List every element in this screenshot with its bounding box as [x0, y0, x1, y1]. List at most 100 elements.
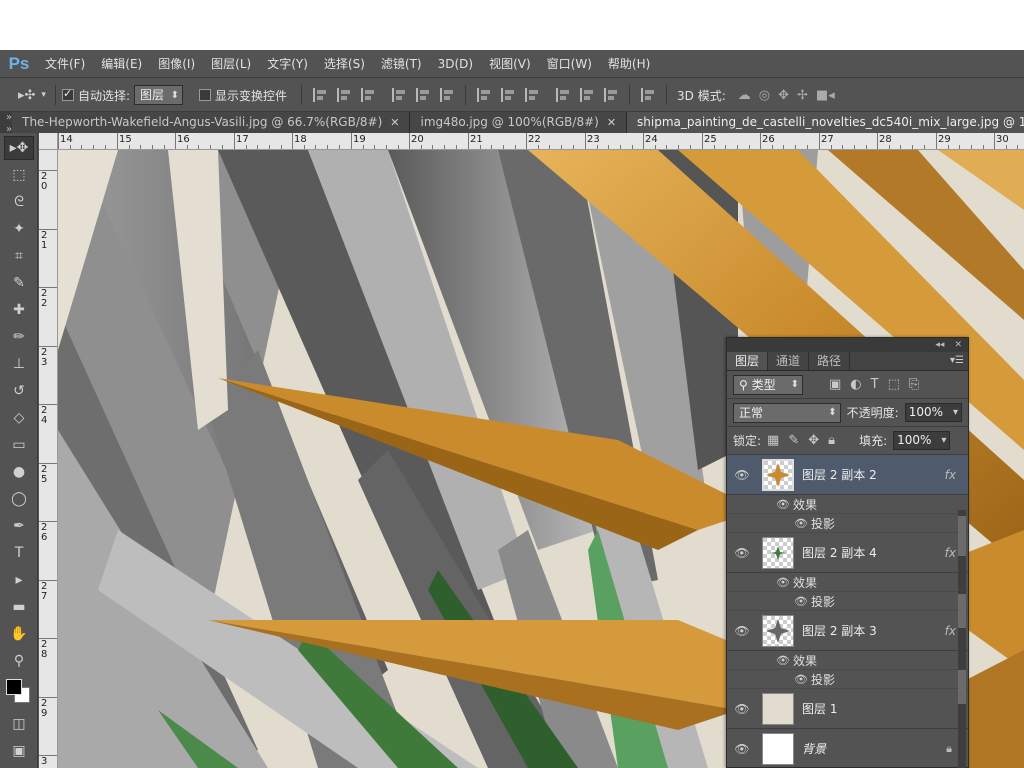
panel-menu-icon[interactable]: ▾☰ — [950, 355, 964, 366]
align-hcenter-icon[interactable] — [416, 88, 430, 102]
menu-layer[interactable]: 图层(L) — [204, 50, 260, 78]
layer-row[interactable]: 👁︎ 图层 2 副本 3 fx — [727, 611, 968, 651]
ruler-origin[interactable] — [39, 133, 58, 150]
distribute-hcenter-icon[interactable] — [580, 88, 594, 102]
lasso-tool-icon[interactable]: ᘓ — [4, 190, 34, 214]
effects-row[interactable]: 👁︎ 效果 — [727, 573, 968, 592]
eye-icon[interactable]: 👁︎ — [731, 624, 753, 638]
filter-smart-icon[interactable]: ⎘ — [909, 377, 919, 392]
fx-icon[interactable]: fx — [945, 468, 956, 482]
auto-select-checkbox[interactable] — [61, 87, 74, 101]
auto-select-dropdown[interactable]: 图层 — [134, 85, 184, 105]
tab-paths[interactable]: 路径 — [809, 352, 851, 370]
distribute-top-icon[interactable] — [477, 88, 491, 102]
collapse-panel-icon[interactable]: ◂◂ — [935, 340, 944, 350]
marquee-tool-icon[interactable]: ⬚ — [4, 163, 34, 187]
layer-row-background[interactable]: 👁︎ 背景 🔒︎ — [727, 729, 968, 768]
tab-img48o[interactable]: img48o.jpg @ 100%(RGB/8#) ✕ — [410, 112, 628, 133]
layers-scrollbar[interactable] — [958, 510, 966, 768]
filter-shape-icon[interactable]: ⬚ — [888, 377, 900, 392]
roll-3d-icon[interactable]: ◎ — [759, 88, 770, 103]
menu-image[interactable]: 图像(I) — [151, 50, 204, 78]
drag-3d-icon[interactable]: ✥ — [778, 88, 789, 103]
filter-adjust-icon[interactable]: ◐ — [850, 377, 861, 392]
align-left-icon[interactable] — [392, 88, 406, 102]
eye-icon[interactable]: 👁︎ — [793, 517, 809, 530]
align-right-icon[interactable] — [440, 88, 454, 102]
clone-stamp-icon[interactable]: ⊥ — [4, 352, 34, 376]
brush-tool-icon[interactable]: ✏ — [4, 325, 34, 349]
blur-tool-icon[interactable]: ● — [4, 460, 34, 484]
eye-icon[interactable]: 👁︎ — [793, 595, 809, 608]
effect-item-row[interactable]: 👁︎ 投影 — [727, 514, 968, 533]
show-transform-checkbox[interactable] — [199, 89, 212, 101]
fx-icon[interactable]: fx — [945, 624, 956, 638]
menu-window[interactable]: 窗口(W) — [540, 50, 601, 78]
blend-mode-dropdown[interactable]: 正常 — [733, 402, 841, 423]
scrollbar-thumb[interactable] — [958, 594, 966, 628]
gradient-tool-icon[interactable]: ▭ — [4, 433, 34, 457]
color-swatches[interactable] — [0, 673, 38, 709]
filter-kind-dropdown[interactable]: ⚲ 类型 — [733, 374, 803, 395]
menu-select[interactable]: 选择(S) — [317, 50, 374, 78]
rectangle-tool-icon[interactable]: ▬ — [4, 595, 34, 619]
magic-wand-icon[interactable]: ✦ — [4, 217, 34, 241]
fx-icon[interactable]: fx — [945, 546, 956, 560]
rotate-3d-icon[interactable]: ☁ — [738, 88, 751, 103]
preset-dropdown-icon[interactable]: ▾ — [41, 90, 46, 100]
opacity-input[interactable]: 100% — [904, 403, 962, 422]
eye-icon[interactable]: 👁︎ — [793, 673, 809, 686]
eye-icon[interactable]: 👁︎ — [731, 702, 753, 716]
pen-tool-icon[interactable]: ✒ — [4, 514, 34, 538]
auto-align-icon[interactable] — [641, 88, 655, 102]
fill-input[interactable]: 100% — [893, 431, 951, 450]
filter-pixel-icon[interactable]: ▣ — [829, 377, 841, 392]
zoom-tool-icon[interactable]: ⚲ — [4, 649, 34, 673]
tab-layers[interactable]: 图层 — [727, 352, 769, 370]
effects-row[interactable]: 👁︎ 效果 — [727, 651, 968, 670]
menu-3d[interactable]: 3D(D) — [431, 50, 482, 78]
layer-name[interactable]: 背景 — [802, 740, 946, 757]
align-bottom-icon[interactable] — [361, 88, 375, 102]
vertical-ruler[interactable]: 20 21 22 23 24 25 26 27 28 29 3 — [39, 150, 58, 768]
layer-name[interactable]: 图层 2 副本 3 — [802, 622, 945, 639]
menu-file[interactable]: 文件(F) — [38, 50, 94, 78]
menu-view[interactable]: 视图(V) — [482, 50, 540, 78]
path-selection-icon[interactable]: ▸ — [4, 568, 34, 592]
type-tool-icon[interactable]: T — [4, 541, 34, 565]
move-tool-preset-icon[interactable]: ▸✣ — [18, 88, 35, 103]
menu-type[interactable]: 文字(Y) — [260, 50, 317, 78]
layer-name[interactable]: 图层 2 副本 4 — [802, 544, 945, 561]
close-icon[interactable]: ✕ — [607, 112, 616, 133]
horizontal-ruler[interactable]: 14 15 16 17 18 19 20 21 22 23 24 25 26 27 28 29 30 — [58, 133, 1024, 150]
effects-row[interactable]: 👁︎ 效果 — [727, 495, 968, 514]
menu-edit[interactable]: 编辑(E) — [94, 50, 151, 78]
collapse-tools-icon[interactable]: »» — [0, 112, 12, 135]
tab-hepworth[interactable]: The-Hepworth-Wakefield-Angus-Vasili.jpg … — [12, 112, 411, 133]
eye-icon[interactable]: 👁︎ — [731, 468, 753, 482]
close-icon[interactable]: ✕ — [390, 112, 399, 133]
screen-mode-icon[interactable]: ▣ — [4, 739, 34, 763]
lock-position-icon[interactable]: ✥ — [808, 433, 819, 448]
distribute-bottom-icon[interactable] — [525, 88, 539, 102]
move-tool-icon[interactable]: ▸✥ — [4, 136, 34, 160]
scrollbar-thumb[interactable] — [958, 516, 966, 556]
quick-mask-icon[interactable]: ◫ — [4, 712, 34, 736]
menu-help[interactable]: 帮助(H) — [601, 50, 659, 78]
distribute-vcenter-icon[interactable] — [501, 88, 515, 102]
tab-shipma[interactable]: shipma_painting_de_castelli_novelties_dc… — [627, 112, 1024, 133]
slide-3d-icon[interactable]: ✢ — [797, 88, 808, 103]
lock-pixels-icon[interactable]: ✎ — [788, 433, 799, 448]
tab-channels[interactable]: 通道 — [768, 352, 810, 370]
healing-brush-icon[interactable]: ✚ — [4, 298, 34, 322]
effect-item-row[interactable]: 👁︎ 投影 — [727, 592, 968, 611]
eye-icon[interactable]: 👁︎ — [731, 546, 753, 560]
eye-icon[interactable]: 👁︎ — [775, 498, 791, 511]
align-top-icon[interactable] — [313, 88, 327, 102]
eraser-tool-icon[interactable]: ◇ — [4, 406, 34, 430]
eye-icon[interactable]: 👁︎ — [731, 742, 753, 756]
scrollbar-thumb[interactable] — [958, 670, 966, 704]
history-brush-icon[interactable]: ↺ — [4, 379, 34, 403]
crop-tool-icon[interactable]: ⌗ — [4, 244, 34, 268]
eye-icon[interactable]: 👁︎ — [775, 576, 791, 589]
